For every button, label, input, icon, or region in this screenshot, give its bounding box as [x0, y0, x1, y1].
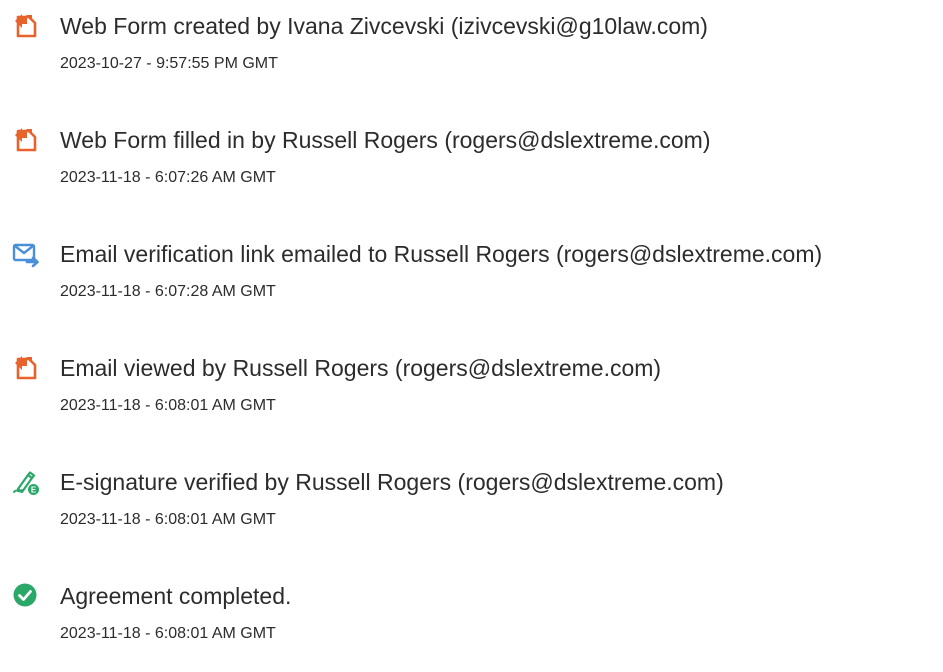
audit-event-web-form-created: Web Form created by Ivana Zivcevski (izi…	[0, 12, 943, 102]
e-signature-icon: E	[12, 468, 40, 496]
event-title: Agreement completed.	[60, 583, 292, 609]
event-title: Web Form created by Ivana Zivcevski (izi…	[60, 13, 708, 39]
audit-event-email-verification-sent: Email verification link emailed to Russe…	[0, 240, 943, 330]
event-timestamp: 2023-10-27 - 9:57:55 PM GMT	[60, 55, 278, 72]
email-send-icon	[12, 240, 40, 268]
event-title: E-signature verified by Russell Rogers (…	[60, 469, 724, 495]
event-timestamp: 2023-11-18 - 6:08:01 AM GMT	[60, 397, 276, 414]
web-form-icon	[12, 126, 40, 154]
event-title: Web Form filled in by Russell Rogers (ro…	[60, 127, 711, 153]
event-title: Email verification link emailed to Russe…	[60, 241, 823, 267]
event-timestamp: 2023-11-18 - 6:08:01 AM GMT	[60, 625, 276, 642]
web-form-icon	[12, 354, 40, 382]
audit-event-web-form-filled: Web Form filled in by Russell Rogers (ro…	[0, 126, 943, 216]
audit-event-agreement-completed: Agreement completed. 2023-11-18 - 6:08:0…	[0, 582, 943, 672]
event-timestamp: 2023-11-18 - 6:08:01 AM GMT	[60, 511, 276, 528]
audit-event-e-signature-verified: E E-signature verified by Russell Rogers…	[0, 468, 943, 558]
event-timestamp: 2023-11-18 - 6:07:28 AM GMT	[60, 283, 276, 300]
event-title: Email viewed by Russell Rogers (rogers@d…	[60, 355, 662, 381]
web-form-icon	[12, 12, 40, 40]
event-timestamp: 2023-11-18 - 6:07:26 AM GMT	[60, 169, 276, 186]
check-circle-icon	[12, 582, 40, 610]
audit-event-email-viewed: Email viewed by Russell Rogers (rogers@d…	[0, 354, 943, 444]
svg-text:E: E	[31, 485, 37, 494]
